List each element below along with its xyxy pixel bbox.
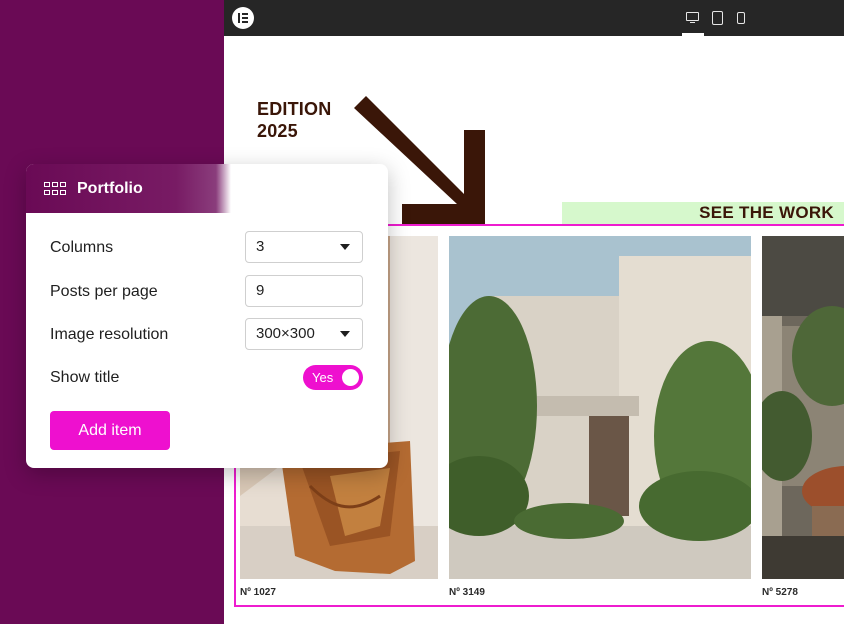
grid-icon [44, 182, 68, 197]
chevron-down-icon [340, 331, 350, 337]
chevron-down-icon [340, 244, 350, 250]
columns-value: 3 [256, 238, 265, 255]
panel-title: Portfolio [77, 180, 143, 197]
gallery-caption: Nº 1027 [240, 587, 276, 598]
image-resolution-value: 300×300 [256, 325, 315, 342]
toggle-knob [342, 369, 359, 386]
columns-select[interactable]: 3 [245, 231, 363, 263]
gallery-item[interactable]: Nº 3149 [449, 236, 751, 598]
gallery-caption: Nº 5278 [762, 587, 798, 598]
editor-topbar [224, 0, 844, 36]
tablet-icon[interactable] [712, 10, 724, 26]
image-resolution-label: Image resolution [50, 326, 169, 343]
add-item-button[interactable]: Add item [50, 411, 170, 450]
edition-line-1: EDITION [257, 99, 332, 119]
posts-per-page-label: Posts per page [50, 283, 158, 300]
show-title-label: Show title [50, 369, 120, 386]
image-resolution-select[interactable]: 300×300 [245, 318, 363, 350]
edition-line-2: 2025 [257, 121, 298, 141]
gallery-caption: Nº 3149 [449, 587, 485, 598]
elementor-logo-icon[interactable] [232, 7, 254, 29]
gallery-image [762, 236, 844, 579]
mobile-icon[interactable] [736, 10, 746, 26]
posts-per-page-input[interactable]: 9 [245, 275, 363, 307]
show-title-toggle[interactable]: Yes [303, 365, 363, 390]
gallery-item[interactable]: Nº 5278 [762, 236, 844, 598]
edition-heading: EDITION 2025 [257, 98, 331, 142]
desktop-icon[interactable] [686, 10, 700, 26]
columns-label: Columns [50, 239, 114, 256]
panel-header: Portfolio [26, 164, 388, 213]
posts-per-page-value: 9 [256, 282, 265, 299]
portfolio-settings-panel: Portfolio Columns 3 Posts per page 9 Ima… [26, 164, 388, 468]
see-the-work-banner: SEE THE WORK [562, 202, 844, 224]
gallery-image [449, 236, 751, 579]
show-title-toggle-label: Yes [312, 370, 334, 385]
